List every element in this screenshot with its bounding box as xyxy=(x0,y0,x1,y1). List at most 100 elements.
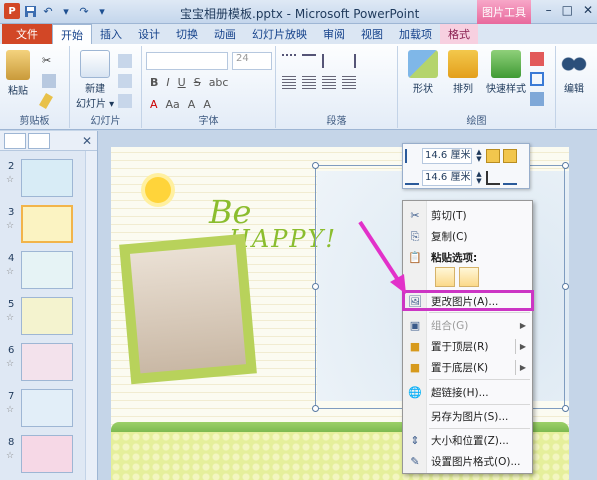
resize-handle-w[interactable] xyxy=(312,283,319,290)
slide-thumbnail[interactable] xyxy=(21,205,73,243)
section-icon[interactable] xyxy=(118,94,132,108)
bold-icon[interactable]: B xyxy=(150,76,158,89)
submenu-arrow-icon[interactable]: ▶ xyxy=(520,342,526,351)
align-right-icon[interactable] xyxy=(322,76,336,90)
tab-insert[interactable]: 插入 xyxy=(92,24,130,44)
tab-home[interactable]: 开始 xyxy=(52,24,92,44)
justify-icon[interactable] xyxy=(342,76,356,90)
paste-button[interactable]: 粘贴 xyxy=(6,50,30,97)
tab-file[interactable]: 文件 xyxy=(2,24,52,44)
bring-forward-icon[interactable] xyxy=(486,149,500,163)
font-color-icon[interactable]: A xyxy=(150,98,158,111)
copy-icon[interactable] xyxy=(42,74,56,88)
menu-item-bring-to-front[interactable]: ■ 置于顶层(R) ▶ xyxy=(403,336,532,357)
resize-handle-e[interactable] xyxy=(562,283,569,290)
shape-fill-icon[interactable] xyxy=(530,52,544,66)
tab-transitions[interactable]: 切换 xyxy=(168,24,206,44)
outdent-icon[interactable] xyxy=(342,54,356,68)
slide-thumbnail-row[interactable]: 3 ☆ xyxy=(0,205,84,245)
font-name-combo[interactable] xyxy=(146,52,228,70)
resize-handle-nw[interactable] xyxy=(312,162,319,169)
quick-styles-button[interactable]: 快速样式 xyxy=(486,50,526,95)
slide-thumbnail[interactable] xyxy=(21,297,73,335)
width-spinner[interactable]: ▲ ▼ xyxy=(475,171,483,185)
tab-format[interactable]: 格式 xyxy=(440,24,478,44)
grow-font-icon[interactable]: A xyxy=(188,98,196,111)
tab-animations[interactable]: 动画 xyxy=(206,24,244,44)
align-left-icon[interactable] xyxy=(282,76,296,90)
arrange-button[interactable]: 排列 xyxy=(448,50,478,95)
cut-icon[interactable]: ✂ xyxy=(42,54,56,68)
send-backward-icon[interactable] xyxy=(503,149,517,163)
tab-review[interactable]: 审阅 xyxy=(315,24,353,44)
resize-handle-sw[interactable] xyxy=(312,405,319,412)
child-photo[interactable] xyxy=(129,244,247,374)
align-center-icon[interactable] xyxy=(302,76,316,90)
slide-thumbnail-row[interactable]: 5 ☆ xyxy=(0,297,84,337)
tab-slideshow[interactable]: 幻灯片放映 xyxy=(244,24,315,44)
save-icon[interactable] xyxy=(22,3,38,19)
font-size-combo[interactable]: 24 xyxy=(232,52,272,70)
numbering-icon[interactable] xyxy=(302,54,316,68)
height-input[interactable]: 14.6 厘米 xyxy=(422,148,472,164)
slide-thumbnail[interactable] xyxy=(21,343,73,381)
slide-thumbnail[interactable] xyxy=(21,435,73,473)
slide-thumbnail-row[interactable]: 4 ☆ xyxy=(0,251,84,291)
slide-thumbnail[interactable] xyxy=(21,389,73,427)
crop-icon[interactable] xyxy=(486,171,500,185)
resize-handle-ne[interactable] xyxy=(562,162,569,169)
abc-icon[interactable]: abc xyxy=(209,76,229,89)
indent-icon[interactable] xyxy=(322,54,336,68)
new-slide-button[interactable]: 新建 幻灯片 ▾ xyxy=(76,50,114,110)
maximize-button[interactable]: □ xyxy=(562,3,573,17)
tab-design[interactable]: 设计 xyxy=(130,24,168,44)
edit-button[interactable]: 编辑 xyxy=(560,50,588,95)
menu-item-hyperlink[interactable]: 🌐 超链接(H)... xyxy=(403,382,532,403)
menu-item-save-as-picture[interactable]: 另存为图片(S)... xyxy=(403,406,532,427)
bullets-icon[interactable] xyxy=(282,54,296,68)
menu-item-send-to-back[interactable]: ■ 置于底层(K) ▶ xyxy=(403,357,532,378)
panel-scrollbar[interactable] xyxy=(85,151,97,480)
slide-thumbnail[interactable] xyxy=(21,251,73,289)
slide-thumbnail-row[interactable]: 2 ☆ xyxy=(0,159,84,199)
width-input[interactable]: 14.6 厘米 xyxy=(422,170,472,186)
panel-close-icon[interactable]: ✕ xyxy=(82,134,92,148)
customize-qat-icon[interactable]: ▾ xyxy=(94,3,110,19)
shapes-button[interactable]: 形状 xyxy=(408,50,438,95)
reset-icon[interactable] xyxy=(118,74,132,88)
format-painter-icon[interactable] xyxy=(39,92,53,110)
close-button[interactable]: ✕ xyxy=(583,3,593,17)
menu-item-format-picture[interactable]: ✎ 设置图片格式(O)... xyxy=(403,451,532,472)
slides-tab[interactable] xyxy=(4,132,26,149)
photo-frame[interactable] xyxy=(119,233,257,385)
menu-item-copy[interactable]: ⎘ 复制(C) xyxy=(403,226,532,247)
redo-icon[interactable]: ↷ xyxy=(76,3,92,19)
submenu-arrow-icon[interactable]: ▶ xyxy=(520,363,526,372)
slide-thumbnail-row[interactable]: 8 ☆ xyxy=(0,435,84,475)
layout-icon[interactable] xyxy=(118,54,132,68)
resize-handle-se[interactable] xyxy=(562,405,569,412)
undo-icon[interactable]: ↶ xyxy=(40,3,56,19)
minimize-button[interactable]: – xyxy=(546,3,552,17)
picture-effects-icon[interactable] xyxy=(503,171,517,185)
underline-icon[interactable]: U xyxy=(178,76,186,89)
height-spinner[interactable]: ▲ ▼ xyxy=(475,149,483,163)
shrink-font-icon[interactable]: A xyxy=(203,98,211,111)
paste-option-picture-icon[interactable] xyxy=(459,267,479,287)
strikethrough-icon[interactable]: S xyxy=(194,76,201,89)
slide-thumbnail-row[interactable]: 6 ☆ xyxy=(0,343,84,383)
italic-icon[interactable]: I xyxy=(166,76,169,89)
shape-outline-icon[interactable] xyxy=(530,72,544,86)
slide-thumbnail[interactable] xyxy=(21,159,73,197)
shape-effects-icon[interactable] xyxy=(530,92,544,106)
outline-tab[interactable] xyxy=(28,132,50,149)
qat-dropdown-icon[interactable]: ▾ xyxy=(58,3,74,19)
slide-thumbnail-row[interactable]: 7 ☆ xyxy=(0,389,84,429)
menu-item-group[interactable]: ▣ 组合(G) ▶ xyxy=(403,315,532,336)
menu-item-cut[interactable]: ✂ 剪切(T) xyxy=(403,205,532,226)
tab-view[interactable]: 视图 xyxy=(353,24,391,44)
case-icon[interactable]: Aa xyxy=(166,98,180,111)
tab-addins[interactable]: 加载项 xyxy=(391,24,440,44)
menu-item-size-position[interactable]: ⇕ 大小和位置(Z)... xyxy=(403,430,532,451)
paste-option-keep-icon[interactable] xyxy=(435,267,455,287)
